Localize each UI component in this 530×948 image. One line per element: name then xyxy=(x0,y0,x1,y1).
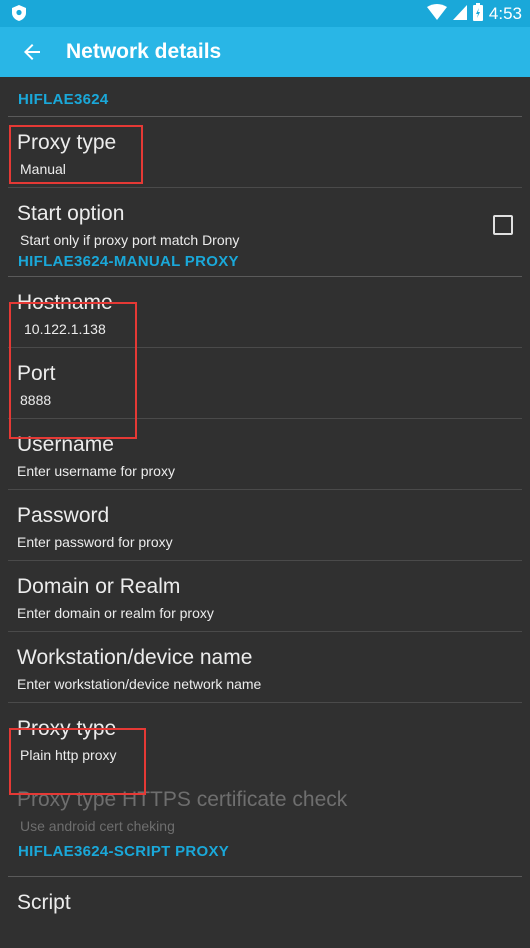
section-label: HIFLAE3624-SCRIPT PROXY xyxy=(18,843,230,860)
page-title: Network details xyxy=(66,40,222,63)
settings-list: HIFLAE3624 Proxy type Manual Start optio… xyxy=(0,77,530,948)
item-summary: Enter domain or realm for proxy xyxy=(17,605,214,621)
status-time: 4:53 xyxy=(488,4,522,23)
highlight-box xyxy=(9,125,143,184)
section-header-network: HIFLAE3624 xyxy=(0,77,530,117)
shield-icon xyxy=(12,5,26,26)
item-summary: Start only if proxy port match Drony xyxy=(20,232,240,248)
script-item[interactable]: Script xyxy=(0,877,530,948)
item-title: Workstation/device name xyxy=(17,646,253,669)
item-title: Domain or Realm xyxy=(17,575,181,598)
signal-icon xyxy=(452,4,467,25)
status-bar: 4:53 xyxy=(0,0,530,27)
item-title: Start option xyxy=(17,202,125,225)
item-title: Password xyxy=(17,504,110,527)
workstation-item[interactable]: Workstation/device name Enter workstatio… xyxy=(0,632,530,703)
battery-icon xyxy=(472,2,483,26)
section-label: HIFLAE3624 xyxy=(18,91,109,108)
item-summary: Enter password for proxy xyxy=(17,534,173,550)
item-summary: Enter workstation/device network name xyxy=(17,676,262,692)
item-summary: Enter username for proxy xyxy=(17,463,175,479)
start-option-checkbox[interactable] xyxy=(493,215,513,235)
highlight-box xyxy=(9,302,137,439)
app-bar: Network details xyxy=(0,27,530,77)
item-title: Script xyxy=(17,891,71,914)
highlight-box xyxy=(9,728,146,795)
section-header-script-proxy: HIFLAE3624-SCRIPT PROXY xyxy=(0,841,530,877)
start-option-item[interactable]: Start option Start only if proxy port ma… xyxy=(0,188,530,259)
back-arrow-icon[interactable] xyxy=(20,40,44,64)
item-summary: Use android cert cheking xyxy=(20,818,175,834)
wifi-icon xyxy=(426,3,447,25)
section-label: HIFLAE3624-MANUAL PROXY xyxy=(18,253,239,270)
password-item[interactable]: Password Enter password for proxy xyxy=(0,490,530,561)
domain-item[interactable]: Domain or Realm Enter domain or realm fo… xyxy=(0,561,530,632)
